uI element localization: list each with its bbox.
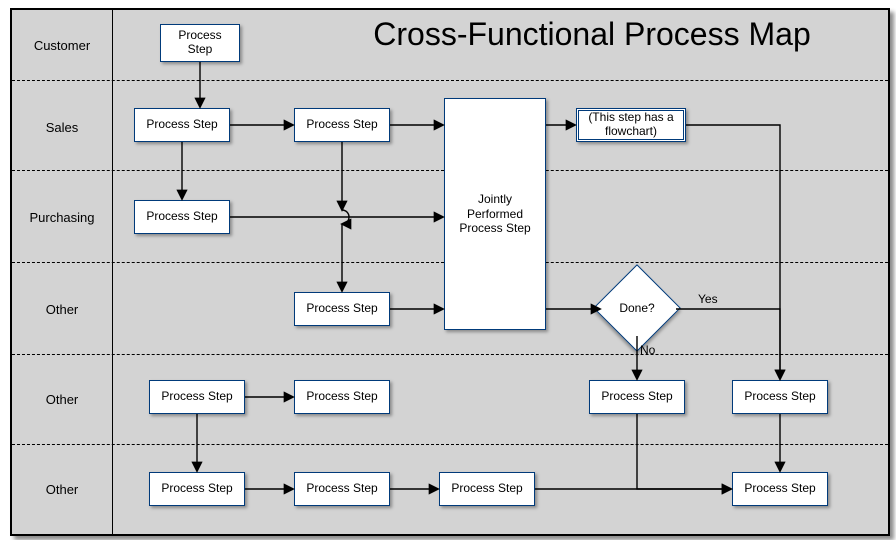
lane-divider	[12, 354, 888, 355]
diagram-title: Cross-Functional Process Map	[312, 16, 872, 53]
step-other2-3: Process Step	[589, 380, 685, 414]
step-other3-4: Process Step	[732, 472, 828, 506]
step-joint: Jointly Performed Process Step	[444, 98, 546, 330]
lane-label-other-3: Other	[12, 482, 112, 497]
step-other3-2: Process Step	[294, 472, 390, 506]
step-other3-1: Process Step	[149, 472, 245, 506]
lane-label-other-2: Other	[12, 392, 112, 407]
step-other2-4: Process Step	[732, 380, 828, 414]
step-sales-2: Process Step	[294, 108, 390, 142]
lane-divider	[12, 80, 888, 81]
edge-label-no: No	[640, 343, 655, 357]
lane-label-customer: Customer	[12, 38, 112, 53]
lane-divider	[12, 444, 888, 445]
step-sales-1: Process Step	[134, 108, 230, 142]
step-other1: Process Step	[294, 292, 390, 326]
step-purchasing: Process Step	[134, 200, 230, 234]
lane-label-sales: Sales	[12, 120, 112, 135]
step-sales-subprocess: (This step has a flowchart)	[576, 108, 686, 142]
decision-done: Done?	[594, 278, 680, 338]
step-other2-1: Process Step	[149, 380, 245, 414]
step-other2-2: Process Step	[294, 380, 390, 414]
lane-label-purchasing: Purchasing	[12, 210, 112, 225]
lane-label-other-1: Other	[12, 302, 112, 317]
swimlane-board: Cross-Functional Process Map Customer Sa…	[10, 8, 890, 536]
decision-label: Done?	[594, 278, 680, 338]
step-customer: Process Step	[160, 24, 240, 62]
step-other3-3: Process Step	[439, 472, 535, 506]
lane-name-divider	[112, 10, 113, 534]
edge-label-yes: Yes	[698, 292, 718, 306]
